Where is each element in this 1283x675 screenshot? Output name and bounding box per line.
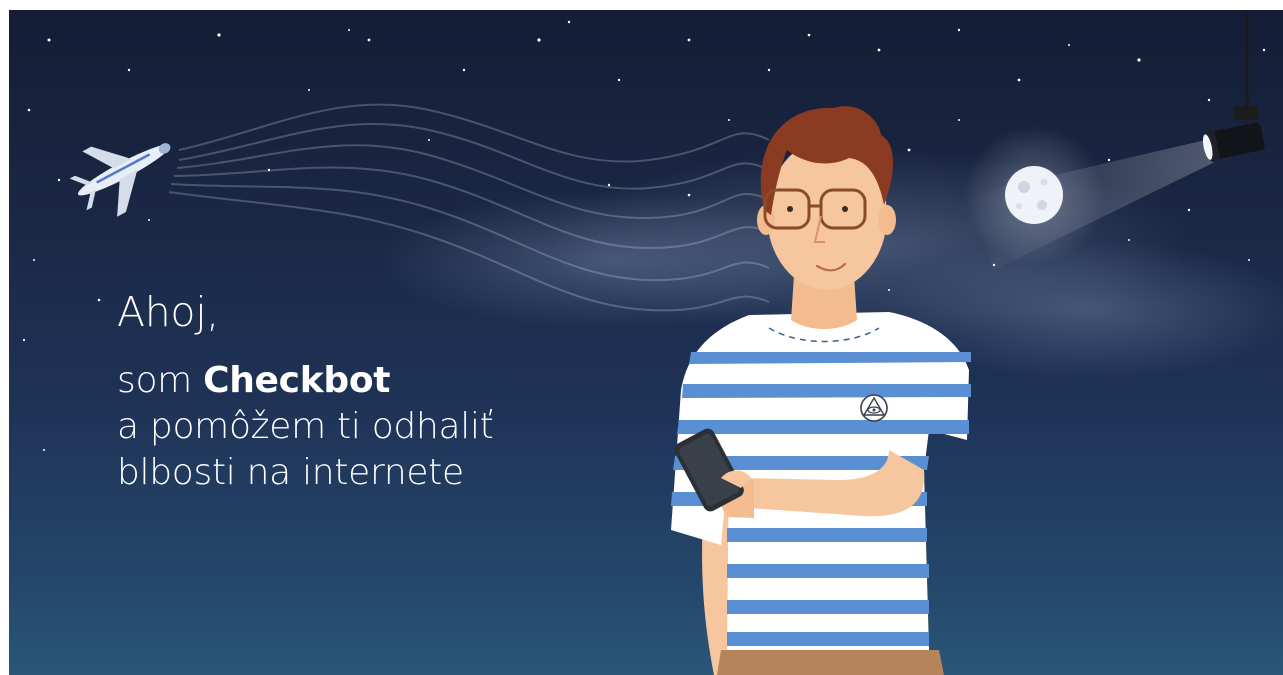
airplane-icon — [69, 143, 171, 217]
intro-text: som Checkbot a pomôžem ti odhaliť blbost… — [117, 358, 494, 496]
headline: Ahoj, som Checkbot a pomôžem ti odhaliť … — [117, 288, 494, 496]
eye-triangle-logo-icon — [860, 394, 888, 422]
bot-name: Checkbot — [203, 360, 391, 401]
intro-prefix: som — [117, 360, 192, 401]
hero-banner: Ahoj, som Checkbot a pomôžem ti odhaliť … — [9, 10, 1283, 675]
intro-line-1: som Checkbot — [117, 358, 493, 404]
intro-line-2: a pomôžem ti odhaliť — [117, 406, 494, 447]
greeting-text: Ahoj, — [117, 288, 220, 336]
intro-line-3: blbosti na internete — [117, 452, 464, 493]
